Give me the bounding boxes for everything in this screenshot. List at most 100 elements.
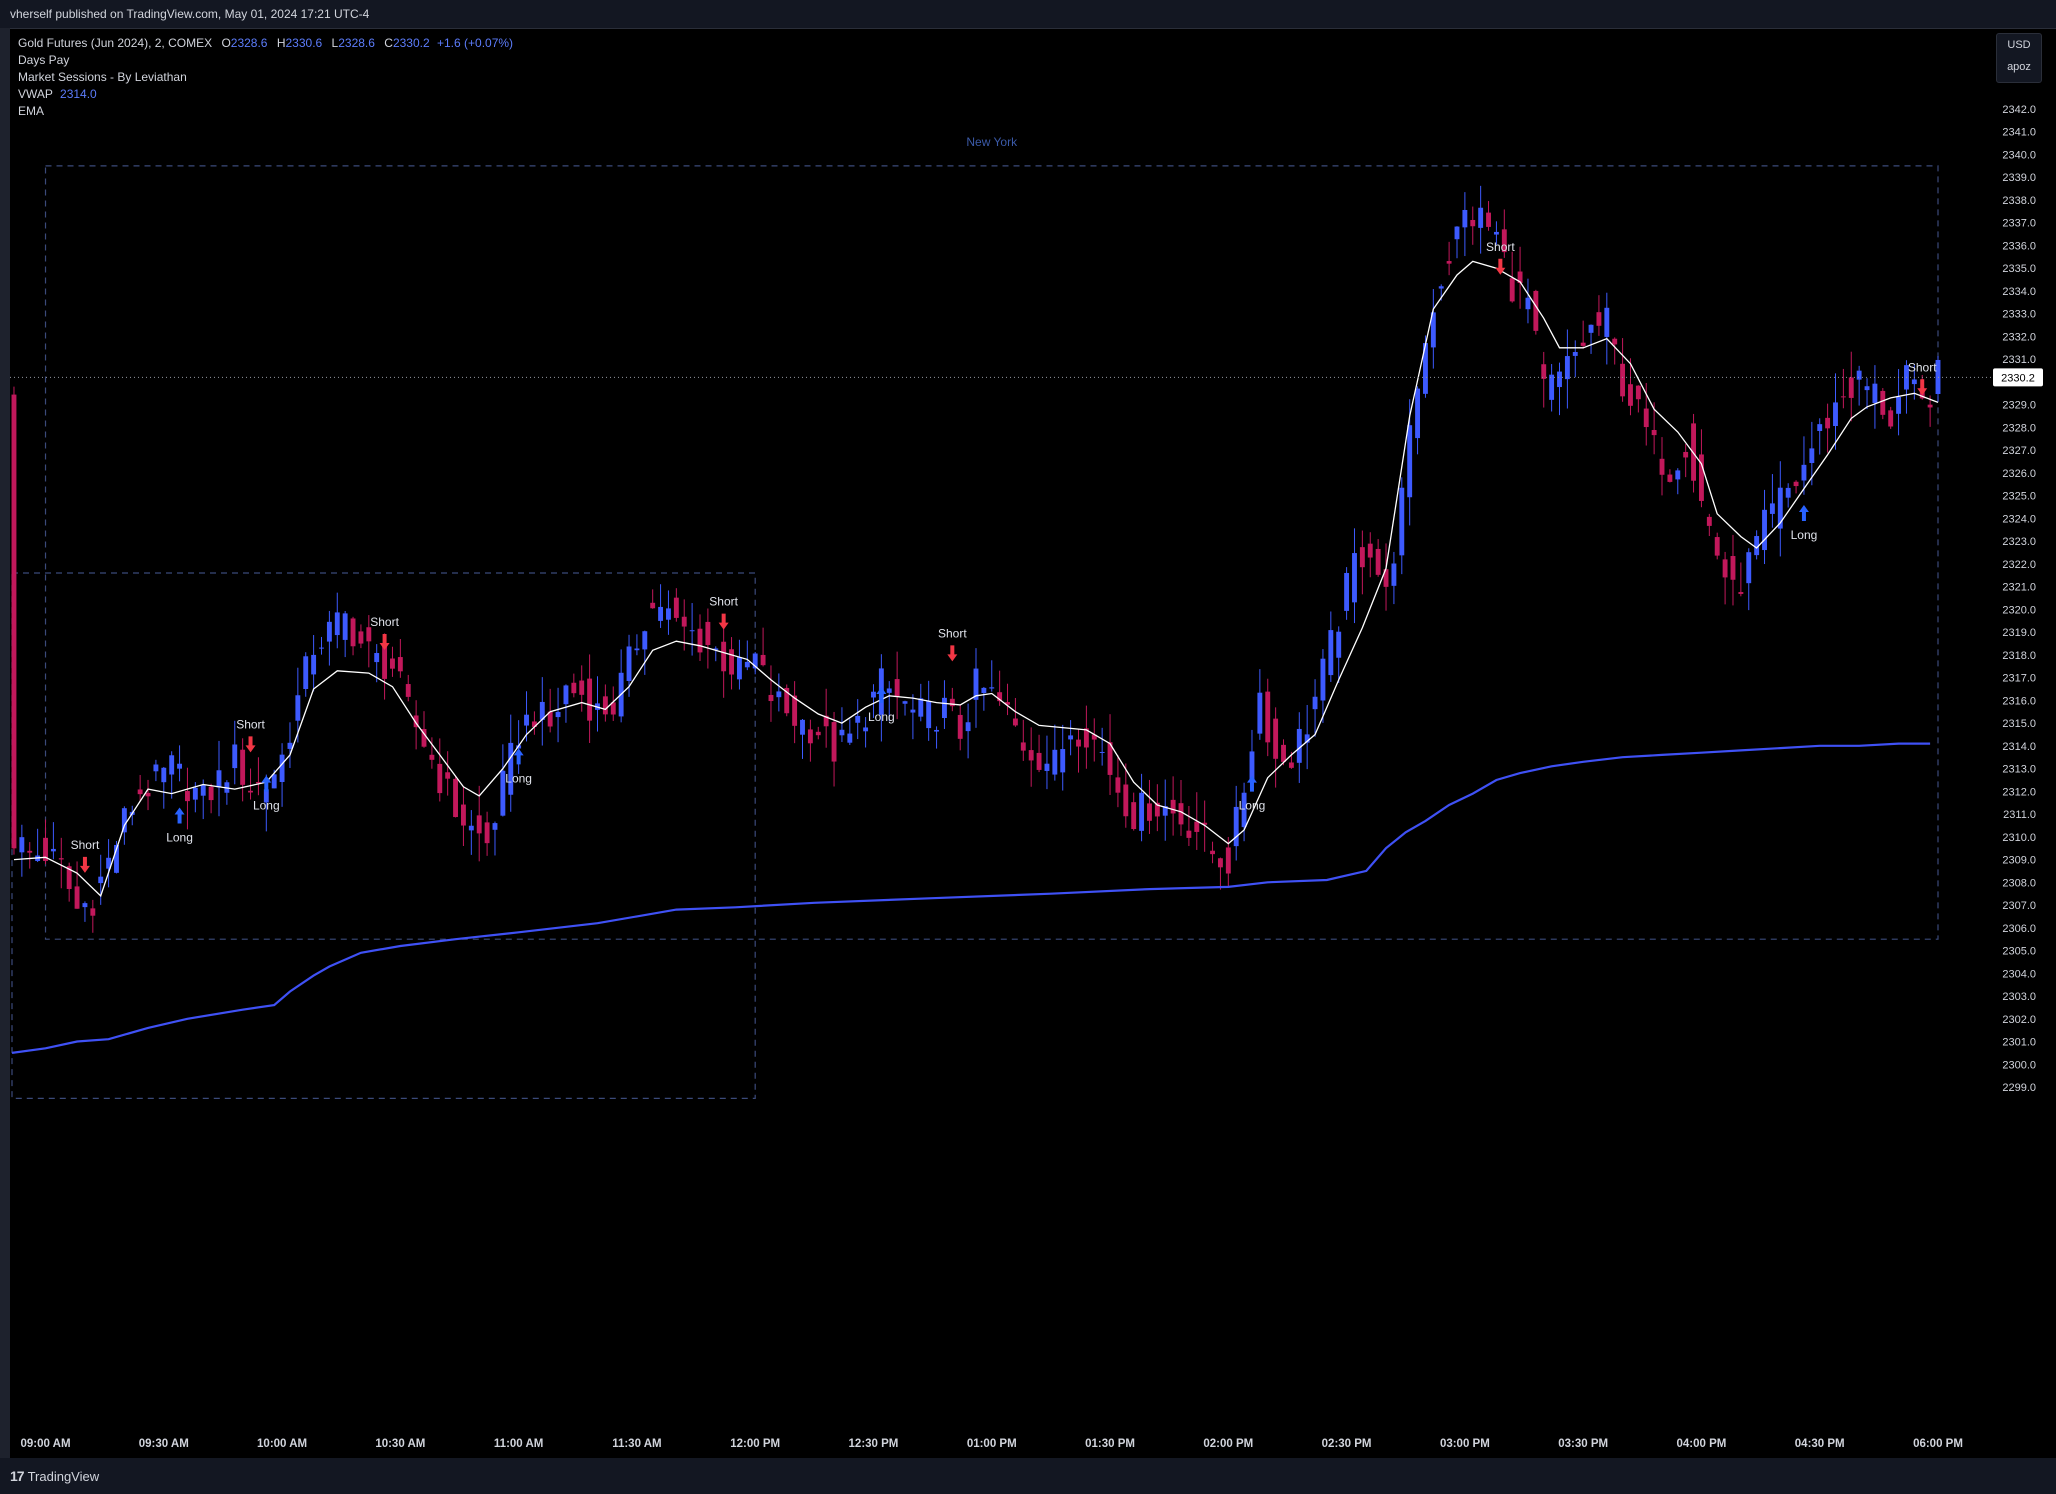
candle-body <box>1186 830 1192 838</box>
candle-body <box>524 714 529 726</box>
candle-body <box>437 763 443 794</box>
candle-body <box>1099 751 1105 753</box>
candle-body <box>1564 356 1570 380</box>
candle-body <box>910 709 916 713</box>
long-signal-label: Long <box>166 831 193 845</box>
candle-body <box>729 649 734 675</box>
candle-body <box>508 742 514 795</box>
symbol-label[interactable]: Gold Futures (Jun 2024), 2, COMEX <box>18 36 212 50</box>
candle-body <box>169 755 175 775</box>
y-axis-tick-label: 2337.0 <box>2002 218 2036 230</box>
candle-body <box>453 778 458 818</box>
candle-body <box>405 684 411 697</box>
candle-body <box>1557 371 1562 388</box>
candle-body <box>358 631 364 644</box>
y-axis-tick-label: 2311.0 <box>2003 809 2036 821</box>
candle-body <box>965 722 971 732</box>
candle-body <box>894 679 900 697</box>
candle-body <box>1273 718 1279 759</box>
x-axis-tick-label: 04:00 PM <box>1677 1438 1727 1450</box>
close-label: C <box>384 36 393 50</box>
candle-body <box>1541 364 1547 379</box>
candle-body <box>1076 739 1081 747</box>
candle-body <box>445 772 451 779</box>
indicator-name: EMA <box>18 104 45 118</box>
y-axis-tick-label: 2312.0 <box>2002 786 2036 798</box>
bottom-bar: 17 TradingView <box>0 1458 2056 1494</box>
candle-body <box>271 774 277 789</box>
candle-body <box>1675 470 1681 480</box>
candle-body <box>563 685 569 705</box>
candle-body <box>1312 696 1318 710</box>
candle-body <box>1375 548 1381 575</box>
candle-body <box>815 731 821 736</box>
indicator-vwap[interactable]: VWAP 2314.0 <box>18 86 513 103</box>
candle-body <box>1848 377 1854 398</box>
candle-body <box>579 680 585 695</box>
candle-body <box>279 754 285 783</box>
candle-body <box>831 722 837 762</box>
y-axis-tick-label: 2320.0 <box>2002 604 2036 616</box>
candle-body <box>792 695 798 726</box>
y-axis-tick-label: 2327.0 <box>2002 445 2036 457</box>
candle-body <box>1470 219 1476 227</box>
candle-body <box>248 790 253 793</box>
y-axis-tick-label: 2318.0 <box>2002 650 2036 662</box>
candle-body <box>1115 777 1121 793</box>
candle-body <box>1730 556 1736 580</box>
candle-body <box>1864 386 1870 391</box>
y-axis-tick-label: 2310.0 <box>2002 832 2036 844</box>
currency-unit-button[interactable]: USD apoz <box>1996 33 2042 83</box>
candle-body <box>1628 384 1633 406</box>
candle-body <box>366 627 372 642</box>
indicator-days-pay[interactable]: Days Pay <box>18 52 513 69</box>
candle-body <box>807 729 813 744</box>
candle-body <box>697 628 703 653</box>
open-label: O <box>221 36 231 50</box>
candle-body <box>1147 803 1152 821</box>
x-axis-tick-label: 06:00 PM <box>1913 1438 1963 1450</box>
candle-body <box>847 733 853 743</box>
candle-body <box>1233 806 1239 847</box>
candle-body <box>1454 226 1460 240</box>
y-axis-tick-label: 2309.0 <box>2002 855 2036 867</box>
chart-panel[interactable]: New York Short Long Short Long Short Long Short… <box>10 28 2056 1459</box>
candle-body <box>1580 342 1586 346</box>
long-signal-label: Long <box>1791 528 1818 542</box>
candle-body <box>736 657 742 680</box>
x-axis-tick-label: 09:00 AM <box>20 1438 70 1450</box>
candle-body <box>1178 803 1184 825</box>
y-axis-tick-label: 2315.0 <box>2002 718 2036 730</box>
candle-body <box>192 787 198 800</box>
candle-body <box>1068 735 1074 740</box>
tradingview-logo[interactable]: 17 TradingView <box>10 1468 99 1484</box>
indicator-market-sessions[interactable]: Market Sessions - By Leviathan <box>18 69 513 86</box>
candle-body <box>839 729 845 736</box>
x-axis-tick-label: 10:00 AM <box>257 1438 307 1450</box>
candle-body <box>1596 312 1602 326</box>
candle-body <box>334 612 340 636</box>
candle-body <box>941 697 947 719</box>
price-chart[interactable]: New York Short Long Short Long Short Long Short… <box>10 29 2056 1459</box>
indicator-ema[interactable]: EMA <box>18 103 513 120</box>
candle-body <box>342 613 348 640</box>
candle-body <box>989 687 995 689</box>
candle-body <box>1911 379 1917 385</box>
candle-body <box>800 719 805 735</box>
candle-body <box>681 616 687 627</box>
x-axis-tick-label: 02:00 PM <box>1203 1438 1253 1450</box>
candle-body <box>1714 537 1720 556</box>
tradingview-logo-icon: 17 <box>10 1468 25 1484</box>
y-axis-tick-label: 2331.0 <box>2002 354 2036 366</box>
candle-body <box>871 691 876 698</box>
candle-body <box>50 848 56 852</box>
low-value: 2328.6 <box>338 36 375 50</box>
y-axis-tick-label: 2342.0 <box>2002 104 2036 116</box>
high-label: H <box>276 36 286 50</box>
candle-body <box>58 858 64 860</box>
candle-body <box>200 784 206 796</box>
vwap-value: 2314.0 <box>60 87 97 101</box>
y-axis-tick-label: 2321.0 <box>2002 582 2036 594</box>
candle-body <box>1667 474 1673 482</box>
candle-body <box>145 792 151 797</box>
